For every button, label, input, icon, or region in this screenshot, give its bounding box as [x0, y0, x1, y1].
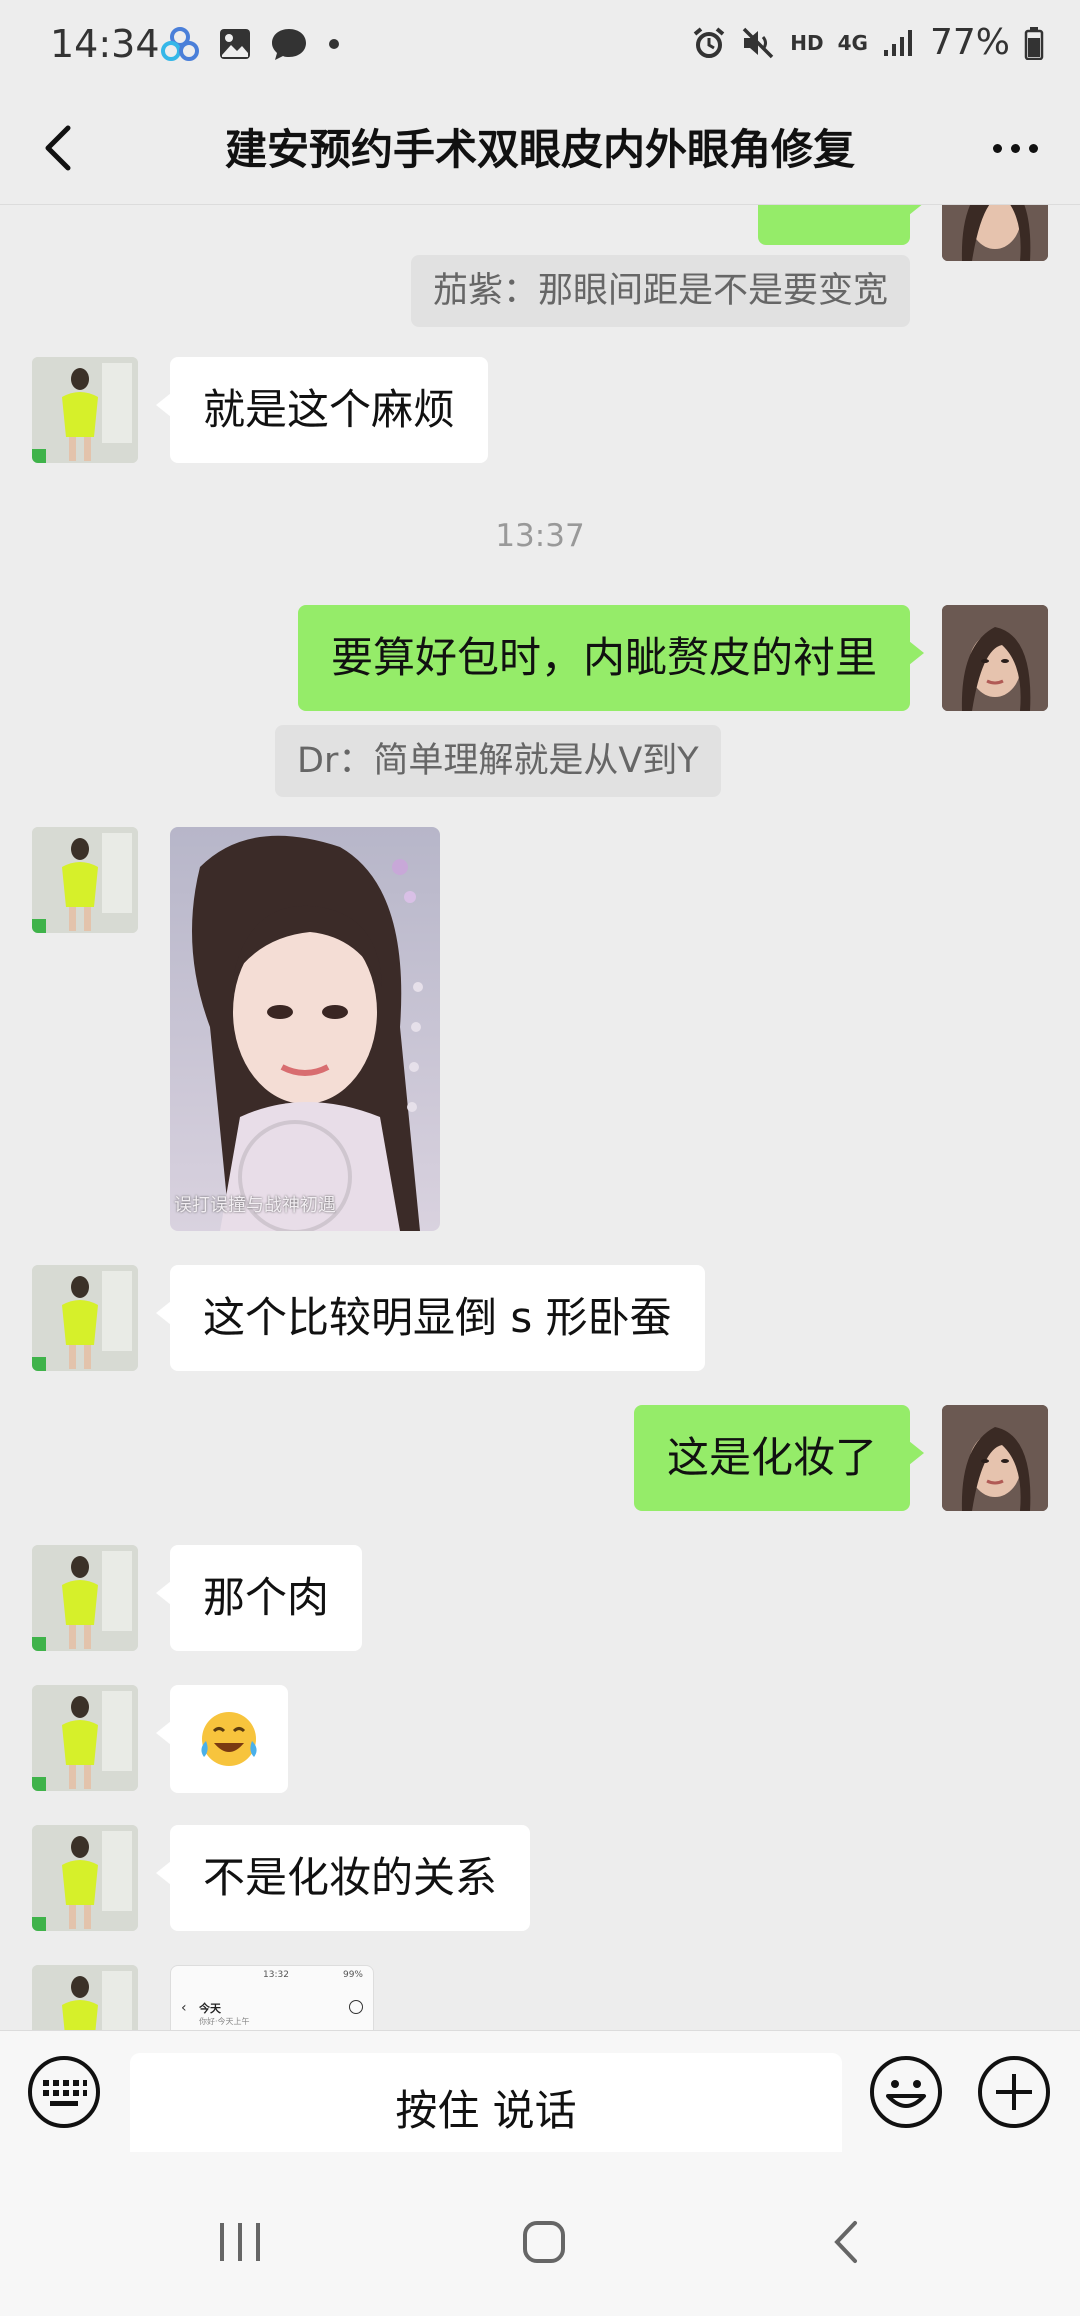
contact-emoji-bubble[interactable]: [156, 1685, 288, 1793]
chat-message-list[interactable]: 茄紫：那眼间距是不是要变宽 就是这个麻烦 13:37 要算好包时，内眦赘皮的衬里: [0, 205, 1080, 2030]
home-icon: [523, 2221, 565, 2263]
message-row: [0, 1685, 1080, 1793]
self-avatar[interactable]: [942, 205, 1048, 261]
self-avatar[interactable]: [942, 1405, 1048, 1511]
contact-avatar[interactable]: [32, 1545, 138, 1651]
status-time: 14:34: [50, 22, 160, 66]
gallery-icon: [220, 29, 250, 59]
quoted-message[interactable]: 茄紫：那眼间距是不是要变宽: [410, 255, 910, 327]
battery-icon: [1024, 26, 1044, 60]
message-row: 就是这个麻烦: [0, 357, 1080, 465]
contact-avatar-image: [32, 357, 138, 463]
contact-avatar-image: [32, 1965, 138, 2030]
more-dot-icon: [1028, 143, 1038, 153]
more-options-button[interactable]: [980, 120, 1050, 176]
chevron-left-icon: [45, 125, 71, 171]
self-avatar-image: [942, 1405, 1048, 1511]
message-row: [0, 205, 1080, 261]
recent-apps-button[interactable]: [190, 2202, 290, 2282]
more-dot-icon: [1010, 143, 1020, 153]
contact-avatar[interactable]: [32, 1825, 138, 1931]
message-row: 这个比较明显倒 s 形卧蚕: [0, 1265, 1080, 1373]
self-avatar-image: [942, 205, 1048, 261]
contact-message-bubble[interactable]: 不是化妆的关系: [155, 1825, 531, 1931]
chat-title: 建安预约手术双眼皮内外眼角修复: [224, 125, 855, 174]
self-avatar-image: [942, 605, 1048, 711]
contact-avatar[interactable]: [32, 1965, 138, 2030]
message-icon: [272, 29, 306, 60]
home-button[interactable]: [494, 2202, 594, 2282]
signal-icon: [883, 29, 912, 56]
status-bar: 14:34 HD 4G 77%: [0, 0, 1080, 92]
chat-header: 建安预约手术双眼皮内外眼角修复: [0, 92, 1080, 205]
message-row: 不是化妆的关系: [0, 1825, 1080, 1933]
preview-title: 今天: [199, 2002, 221, 2015]
emoji-button[interactable]: [868, 2054, 944, 2130]
hd-label: HD: [790, 30, 824, 55]
contact-avatar-image: [32, 1685, 138, 1791]
hold-to-talk-button[interactable]: 按住 说话: [130, 2053, 842, 2161]
baidu-cloud-icon: [161, 27, 199, 61]
network-label: 4G: [837, 30, 868, 55]
self-avatar[interactable]: [942, 605, 1048, 711]
dot-icon: [329, 39, 339, 49]
plus-icon: [978, 2056, 1050, 2128]
image-message[interactable]: 误打误撞与战神初遇: [170, 827, 440, 1231]
more-dot-icon: [992, 143, 1002, 153]
self-message-bubble-partial[interactable]: [758, 205, 924, 245]
smiley-icon: [870, 2056, 942, 2128]
preview-info-icon: [349, 2000, 363, 2014]
mute-icon: [743, 27, 774, 58]
back-arrow-icon: [834, 2221, 857, 2263]
message-row: 那个肉: [0, 1545, 1080, 1653]
image-watermark-caption: 误打误撞与战神初遇: [174, 1195, 336, 1216]
back-button[interactable]: [30, 116, 90, 180]
preview-subtitle: 你好·今天上午: [199, 2017, 250, 2026]
more-functions-button[interactable]: [976, 2054, 1052, 2130]
contact-avatar-image: [32, 1825, 138, 1931]
contact-avatar[interactable]: [32, 827, 138, 933]
message-row: 这是化妆了: [0, 1405, 1080, 1513]
message-row: 要算好包时，内眦赘皮的衬里: [0, 605, 1080, 713]
alarm-icon: [694, 26, 725, 58]
system-navigation-bar: [0, 2152, 1080, 2316]
message-timestamp: 13:37: [495, 518, 585, 554]
status-right: HD 4G 77%: [692, 22, 1044, 63]
screenshot-image-message[interactable]: 13:32 99% ‹ 今天 你好·今天上午: [170, 1965, 374, 2030]
contact-avatar-image: [32, 827, 138, 933]
preview-time: 13:32: [263, 1970, 289, 1980]
chat-input-bar: 按住 说话: [0, 2030, 1080, 2161]
status-left-icons: [160, 26, 342, 62]
preview-battery: 99%: [342, 1970, 363, 1980]
self-message-bubble[interactable]: 这是化妆了: [633, 1405, 925, 1511]
crying-laughing-emoji-icon: [201, 1712, 257, 1766]
self-message-bubble[interactable]: 要算好包时，内眦赘皮的衬里: [297, 605, 925, 711]
message-row: 误打误撞与战神初遇: [0, 827, 1080, 1231]
message-row: 13:32 99% ‹ 今天 你好·今天上午: [0, 1965, 1080, 2030]
contact-message-bubble[interactable]: 那个肉: [155, 1545, 363, 1651]
battery-label: 77%: [929, 22, 1010, 63]
system-back-button[interactable]: [798, 2202, 898, 2282]
contact-avatar[interactable]: [32, 357, 138, 463]
contact-message-bubble[interactable]: 就是这个麻烦: [155, 357, 489, 463]
preview-back-icon: ‹: [181, 2000, 187, 2016]
keyboard-toggle-button[interactable]: [26, 2054, 102, 2130]
contact-avatar-image: [32, 1545, 138, 1651]
contact-message-bubble[interactable]: 这个比较明显倒 s 形卧蚕: [156, 1265, 705, 1371]
contact-avatar[interactable]: [32, 1685, 138, 1791]
keyboard-icon: [28, 2056, 100, 2128]
contact-avatar-image: [32, 1265, 138, 1371]
portrait-photo: [170, 827, 440, 1231]
contact-avatar[interactable]: [32, 1265, 138, 1371]
recent-apps-icon: [220, 2223, 260, 2261]
quoted-message[interactable]: Dr：简单理解就是从V到Y: [275, 725, 721, 797]
